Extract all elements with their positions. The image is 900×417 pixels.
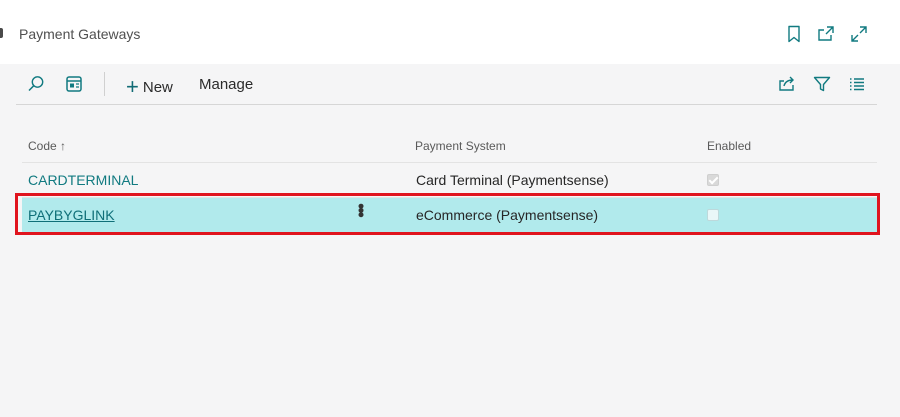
row-actions-ellipsis-icon[interactable]: ••• xyxy=(351,203,371,216)
action-toolbar: + New Manage xyxy=(16,66,877,105)
row-code-link[interactable]: PAYBYGLINK xyxy=(28,207,115,223)
edit-list-icon[interactable] xyxy=(64,74,84,94)
sort-ascending-icon: ↑ xyxy=(60,139,67,153)
column-header-payment-system[interactable]: Payment System xyxy=(415,139,506,153)
plus-icon: + xyxy=(126,74,139,99)
filter-icon[interactable] xyxy=(812,74,832,94)
column-header-code-label: Code xyxy=(28,139,57,153)
column-header-enabled[interactable]: Enabled xyxy=(707,139,751,153)
search-icon[interactable] xyxy=(26,74,46,94)
new-button-label: New xyxy=(142,79,173,96)
table-row[interactable]: CARDTERMINAL Card Terminal (Paymentsense… xyxy=(22,163,877,197)
row-payment-system: Card Terminal (Paymentsense) xyxy=(416,172,609,188)
left-edge-marker xyxy=(0,28,3,38)
row-enabled-checkbox xyxy=(707,209,719,221)
expand-icon[interactable] xyxy=(849,24,869,44)
new-button[interactable]: + New xyxy=(126,74,173,99)
row-code-link[interactable]: CARDTERMINAL xyxy=(28,172,138,188)
open-in-new-window-icon[interactable] xyxy=(816,24,836,44)
share-icon[interactable] xyxy=(777,74,797,94)
page-header: Payment Gateways xyxy=(0,0,900,64)
row-payment-system: eCommerce (Paymentsense) xyxy=(416,207,599,223)
page-title: Payment Gateways xyxy=(19,26,141,42)
toolbar-divider xyxy=(104,72,105,96)
column-header-code[interactable]: Code ↑ xyxy=(28,139,66,153)
bookmark-icon[interactable] xyxy=(784,24,804,44)
row-enabled-checkbox xyxy=(707,174,719,186)
table-row-selected[interactable]: PAYBYGLINK ••• eCommerce (Paymentsense) xyxy=(22,198,877,232)
manage-button[interactable]: Manage xyxy=(199,74,253,96)
list-view-icon[interactable] xyxy=(847,74,867,94)
